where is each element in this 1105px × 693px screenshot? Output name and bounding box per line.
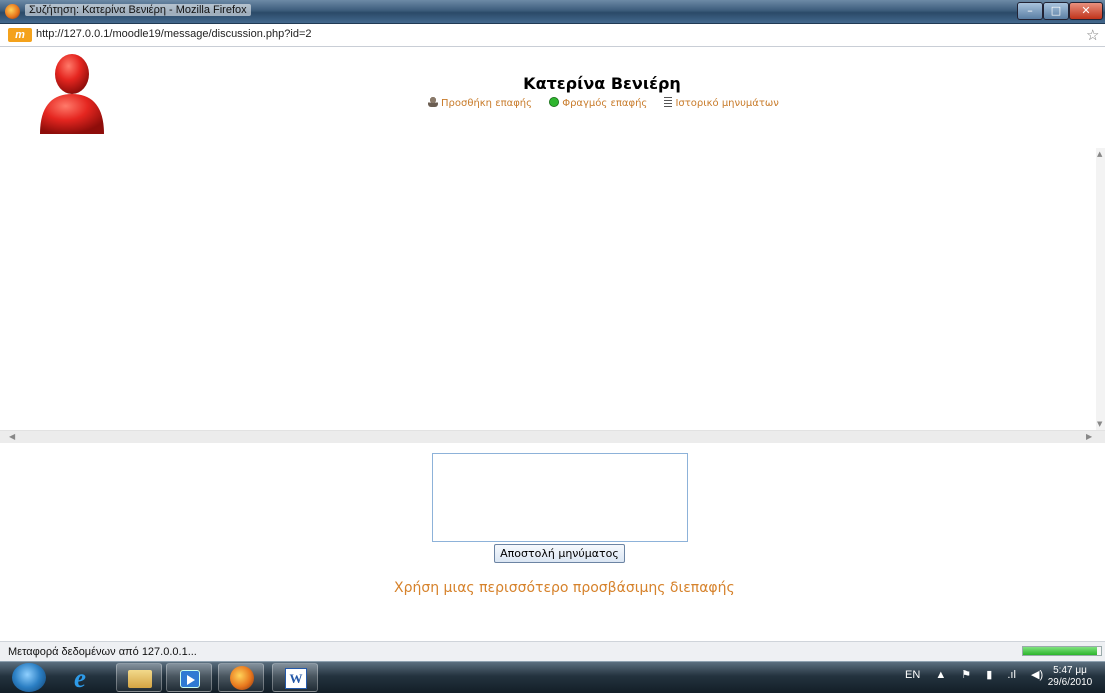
send-message-button[interactable]: Αποστολή μηνύματος: [494, 544, 625, 563]
scroll-right-arrow-icon[interactable]: ▶: [1086, 432, 1092, 441]
scroll-down-arrow-icon[interactable]: ▼: [1097, 420, 1102, 428]
messages-frame: [0, 148, 1105, 444]
url-field[interactable]: http://127.0.0.1/moodle19/message/discus…: [36, 28, 312, 40]
horizontal-scrollbar[interactable]: ◀ ▶: [0, 430, 1105, 443]
taskbar-word[interactable]: W: [272, 663, 318, 692]
message-history-label: Ιστορικό μηνυμάτων: [675, 98, 779, 109]
user-avatar-icon: [40, 54, 104, 134]
contact-actions: Προσθήκη επαφής Φραγμός επαφής Ιστορικό …: [428, 97, 793, 109]
media-player-icon: [180, 670, 200, 688]
scroll-up-arrow-icon[interactable]: ▲: [1097, 150, 1102, 158]
window-titlebar[interactable]: Συζήτηση: Κατερίνα Βενιέρη - Mozilla Fir…: [0, 0, 1105, 24]
add-contact-icon: [428, 97, 438, 107]
system-tray: EN ▲ ⚑ ▮ .ıl ◀): [905, 668, 1055, 681]
clock-date: 29/6/2010: [1047, 677, 1093, 688]
message-input[interactable]: [432, 453, 688, 542]
block-contact-link[interactable]: Φραγμός επαφής: [549, 97, 647, 109]
taskbar-firefox[interactable]: [218, 663, 264, 692]
address-bar[interactable]: m http://127.0.0.1/moodle19/message/disc…: [0, 24, 1105, 47]
loading-progress-fill: [1023, 647, 1098, 655]
block-contact-label: Φραγμός επαφής: [562, 98, 648, 109]
maximize-button[interactable]: □: [1043, 2, 1069, 20]
clock-time: 5:47 μμ: [1053, 665, 1087, 676]
status-text: Μεταφορά δεδομένων από 127.0.0.1...: [8, 646, 197, 658]
loading-progress-bar: [1022, 646, 1102, 656]
show-hidden-icons-icon[interactable]: ▲: [935, 669, 946, 681]
signal-icon[interactable]: .ıl: [1007, 669, 1016, 681]
taskbar-media-player[interactable]: [166, 663, 212, 692]
moodle-site-icon: m: [8, 28, 32, 42]
action-center-flag-icon[interactable]: ⚑: [961, 669, 971, 681]
vertical-scrollbar[interactable]: ▲ ▼: [1096, 148, 1105, 430]
status-bar: Μεταφορά δεδομένων από 127.0.0.1...: [0, 641, 1105, 661]
folder-icon: [128, 670, 152, 688]
taskbar-internet-explorer[interactable]: e: [66, 663, 112, 693]
block-contact-icon: [549, 97, 560, 107]
scroll-left-arrow-icon[interactable]: ◀: [9, 432, 15, 441]
window-title: Συζήτηση: Κατερίνα Βενιέρη - Mozilla Fir…: [25, 4, 251, 16]
bookmark-star-icon[interactable]: ☆: [1086, 26, 1099, 44]
close-button[interactable]: ✕: [1069, 2, 1103, 20]
internet-explorer-icon: e: [74, 663, 86, 693]
taskbar-windows-explorer[interactable]: [116, 663, 162, 692]
taskbar-clock[interactable]: 5:47 μμ 29/6/2010: [1044, 665, 1096, 689]
word-icon: W: [285, 668, 307, 689]
start-button[interactable]: [12, 663, 46, 692]
contact-name-heading: Κατερίνα Βενιέρη: [523, 74, 681, 93]
volume-icon[interactable]: ◀): [1031, 669, 1043, 681]
language-indicator[interactable]: EN: [905, 669, 920, 681]
minimize-button[interactable]: –: [1017, 2, 1043, 20]
history-icon: [664, 97, 673, 107]
firefox-icon: [230, 666, 254, 690]
add-contact-link[interactable]: Προσθήκη επαφής: [428, 97, 532, 109]
network-icon[interactable]: ▮: [986, 669, 992, 681]
firefox-icon: [5, 4, 20, 19]
add-contact-label: Προσθήκη επαφής: [441, 98, 533, 109]
accessible-interface-link[interactable]: Χρήση μιας περισσότερο προσβάσιμης διεπα…: [394, 580, 735, 596]
screen: Συζήτηση: Κατερίνα Βενιέρη - Mozilla Fir…: [0, 0, 1105, 693]
message-history-link[interactable]: Ιστορικό μηνυμάτων: [664, 97, 779, 109]
